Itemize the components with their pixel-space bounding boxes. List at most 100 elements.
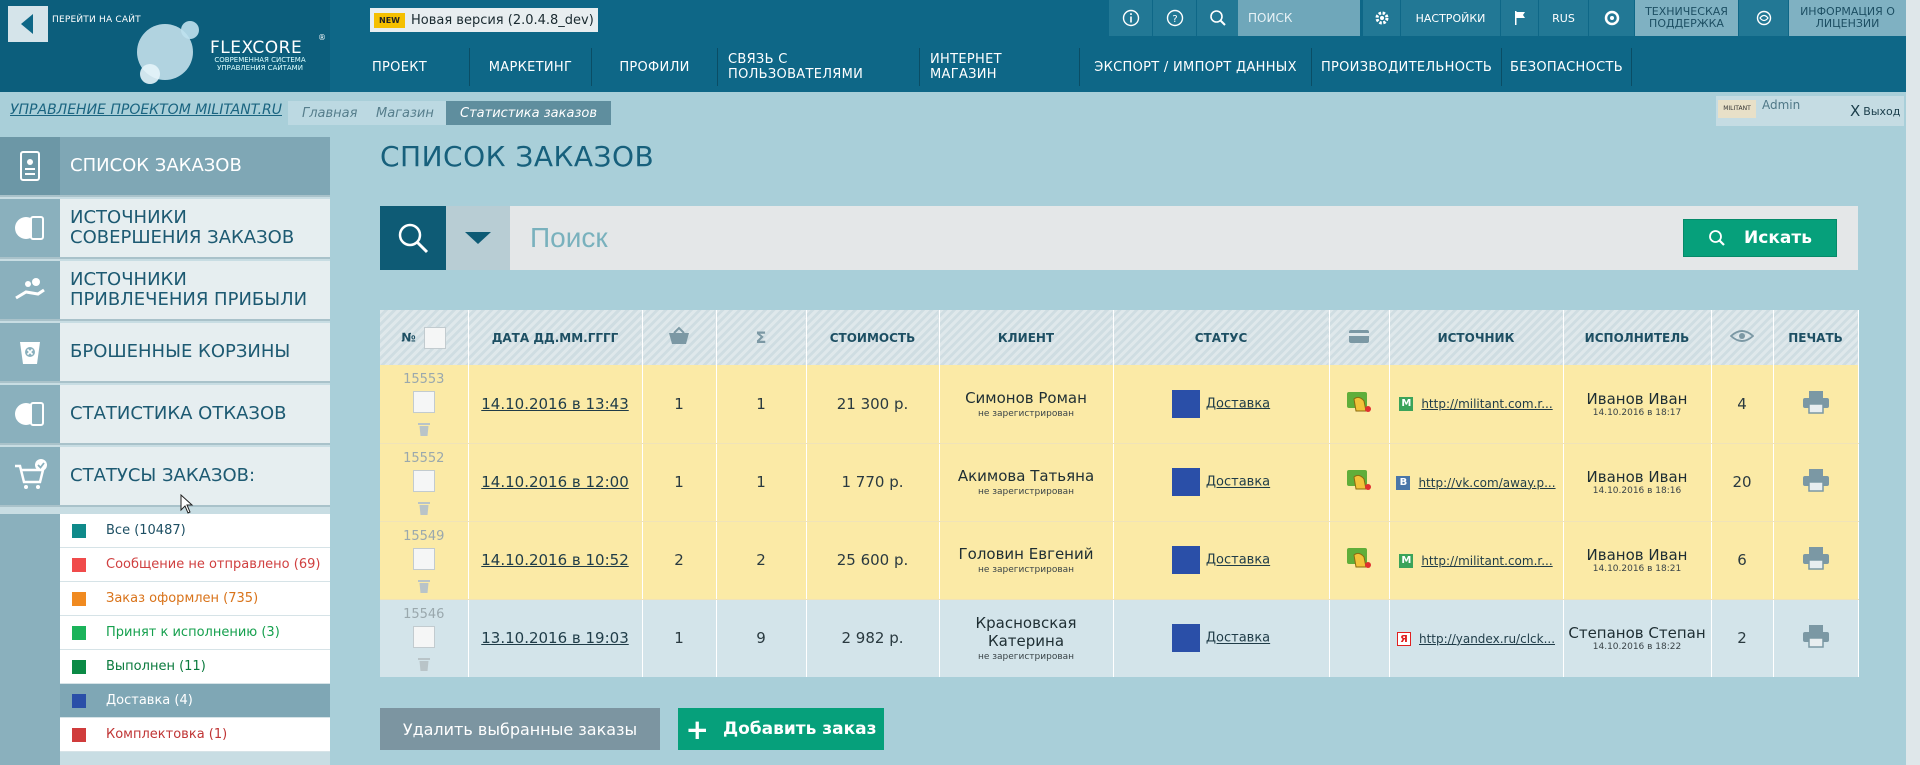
language-icon-button[interactable]	[1500, 0, 1538, 36]
order-date-link[interactable]: 13.10.2016 в 19:03	[481, 629, 629, 647]
add-order-button[interactable]: + Добавить заказ	[678, 708, 884, 750]
status-link[interactable]: Доставка	[1206, 631, 1270, 646]
search-filter-dropdown[interactable]	[446, 206, 510, 270]
row-checkbox[interactable]	[412, 391, 435, 414]
search-icon	[398, 223, 429, 254]
sidebar-item-label: СТАТУСЫ ЗАКАЗОВ:	[70, 465, 256, 486]
sidebar-item-abandoned-carts[interactable]: БРОШЕННЫЕ КОРЗИНЫ	[0, 323, 330, 383]
delete-selected-button[interactable]: Удалить выбранные заказы	[380, 708, 660, 750]
nav-security[interactable]: БЕЗОПАСНОСТЬ	[1502, 48, 1632, 86]
status-filter-item[interactable]: Принят к исполнению (3)	[60, 616, 330, 650]
trash-icon[interactable]	[417, 578, 431, 594]
trash-icon[interactable]	[417, 656, 431, 672]
nav-performance[interactable]: ПРОИЗВОДИТЕЛЬНОСТЬ	[1312, 48, 1502, 86]
col-views[interactable]	[1711, 310, 1774, 365]
search-input[interactable]	[530, 206, 1530, 270]
status-filter-item[interactable]: Сообщение не отправлено (69)	[60, 548, 330, 582]
breadcrumb-store[interactable]: Магазин	[362, 101, 448, 125]
settings-button[interactable]: НАСТРОЙКИ	[1400, 0, 1500, 36]
order-date-link[interactable]: 14.10.2016 в 12:00	[481, 473, 629, 491]
nav-marketing[interactable]: МАРКЕТИНГ	[470, 48, 592, 86]
license-button[interactable]: ИНФОРМАЦИЯ О ЛИЦЕНЗИИ	[1788, 0, 1906, 36]
executor-date: 14.10.2016 в 18:21	[1592, 564, 1682, 574]
col-payment[interactable]	[1329, 310, 1390, 365]
window-scrollbar[interactable]	[1906, 0, 1920, 765]
license-icon-button[interactable]	[1738, 0, 1788, 36]
select-all-checkbox[interactable]	[424, 326, 447, 349]
col-status[interactable]: СТАТУС	[1113, 310, 1330, 365]
logout-button[interactable]: X Выход	[1846, 96, 1904, 126]
trash-icon[interactable]	[417, 421, 431, 437]
breadcrumb-home[interactable]: Главная	[288, 101, 372, 125]
col-date[interactable]: ДАТА ДД.ММ.ГГГГ	[468, 310, 643, 365]
support-icon-button[interactable]	[1588, 0, 1634, 36]
version-notice[interactable]: NEW Новая версия (2.0.4.8_dev)	[370, 8, 598, 32]
row-checkbox[interactable]	[412, 625, 435, 648]
user-panel[interactable]: MILITANT Admin	[1716, 96, 1846, 126]
help-button[interactable]: ?	[1152, 0, 1196, 36]
search-icon	[1709, 230, 1725, 246]
cell-print	[1773, 521, 1859, 600]
back-to-site-button[interactable]	[8, 6, 48, 42]
settings-icon-button[interactable]	[1362, 0, 1400, 36]
go-to-site-link[interactable]: ПЕРЕЙТИ НА САЙТ	[52, 15, 141, 25]
search-icon-button[interactable]	[380, 206, 446, 270]
nav-profiles[interactable]: ПРОФИЛИ	[592, 48, 718, 86]
status-filter-item[interactable]: Комплектовка (1)	[60, 718, 330, 752]
source-link[interactable]: http://militant.com.r...	[1421, 397, 1552, 411]
printer-icon[interactable]	[1801, 389, 1831, 415]
nav-user-communication[interactable]: СВЯЗЬ С ПОЛЬЗОВАТЕЛЯМИ	[718, 48, 920, 86]
top-search-button[interactable]	[1196, 0, 1238, 36]
status-filter-item[interactable]: Выполнен (11)	[60, 650, 330, 684]
add-order-label: Добавить заказ	[722, 719, 877, 739]
printer-icon[interactable]	[1801, 623, 1831, 649]
printer-icon[interactable]	[1801, 545, 1831, 571]
info-button[interactable]	[1108, 0, 1152, 36]
col-sum[interactable]: Σ	[716, 310, 807, 365]
cell-payment	[1329, 365, 1390, 444]
order-date-link[interactable]: 14.10.2016 в 10:52	[481, 551, 629, 569]
search-submit-button[interactable]: Искать	[1683, 219, 1837, 257]
source-link[interactable]: http://militant.com.r...	[1421, 554, 1552, 568]
cell-cost: 21 300 р.	[806, 365, 940, 444]
sidebar-item-order-sources[interactable]: ИСТОЧНИКИ СОВЕРШЕНИЯ ЗАКАЗОВ	[0, 199, 330, 259]
language-button[interactable]: RUS	[1538, 0, 1588, 36]
status-link[interactable]: Доставка	[1206, 553, 1270, 568]
row-checkbox[interactable]	[412, 469, 435, 492]
status-link[interactable]: Доставка	[1206, 396, 1270, 411]
col-cost[interactable]: СТОИМОСТЬ	[806, 310, 940, 365]
support-button[interactable]: ТЕХНИЧЕСКАЯ ПОДДЕРЖКА	[1634, 0, 1738, 36]
nav-project[interactable]: ПРОЕКТ	[330, 48, 470, 86]
hand-payment-icon[interactable]	[1344, 467, 1374, 493]
nav-export-import[interactable]: ЭКСПОРТ / ИМПОРТ ДАННЫХ	[1080, 48, 1312, 86]
table-row[interactable]: 15549 14.10.2016 в 10:52 2 2 25 600 р. Голови…	[380, 521, 1859, 600]
source-link[interactable]: http://yandex.ru/clck...	[1419, 632, 1555, 646]
table-row[interactable]: 15546 13.10.2016 в 19:03 1 9 2 982 р. Краснов…	[380, 599, 1859, 677]
sidebar-item-refusal-stats[interactable]: СТАТИСТИКА ОТКАЗОВ	[0, 385, 330, 445]
hand-payment-icon[interactable]	[1344, 545, 1374, 571]
nav-online-store[interactable]: ИНТЕРНЕТ МАГАЗИН	[920, 48, 1080, 86]
trash-icon[interactable]	[417, 500, 431, 516]
status-filter-item[interactable]: Доставка (4)	[60, 684, 330, 718]
table-row[interactable]: 15552 14.10.2016 в 12:00 1 1 1 770 р. Акимова…	[380, 443, 1859, 522]
col-client[interactable]: КЛИЕНТ	[939, 310, 1114, 365]
order-date-link[interactable]: 14.10.2016 в 13:43	[481, 395, 629, 413]
col-print[interactable]: ПЕЧАТЬ	[1773, 310, 1859, 365]
sidebar-item-order-list[interactable]: СПИСОК ЗАКАЗОВ	[0, 137, 330, 197]
col-quantity[interactable]	[642, 310, 717, 365]
table-row[interactable]: 15553 14.10.2016 в 13:43 1 1 21 300 р. Симоно…	[380, 365, 1859, 444]
col-source[interactable]: ИСТОЧНИК	[1389, 310, 1564, 365]
col-executor[interactable]: ИСПОЛНИТЕЛЬ	[1563, 310, 1712, 365]
project-link[interactable]: УПРАВЛЕНИЕ ПРОЕКТОМ MILITANT.RU	[10, 102, 282, 118]
sidebar-item-profit-sources[interactable]: ИСТОЧНИКИ ПРИВЛЕЧЕНИЯ ПРИБЫЛИ	[0, 261, 330, 321]
status-link[interactable]: Доставка	[1206, 475, 1270, 490]
status-filter-item[interactable]: Все (10487)	[60, 514, 330, 548]
row-checkbox[interactable]	[412, 547, 435, 570]
status-filter-item[interactable]: Заказ оформлен (735)	[60, 582, 330, 616]
printer-icon[interactable]	[1801, 467, 1831, 493]
cell-status: Доставка	[1113, 599, 1330, 677]
hand-payment-icon[interactable]	[1344, 389, 1374, 415]
source-link[interactable]: http://vk.com/away.p...	[1418, 476, 1555, 490]
top-search-input[interactable]: ПОИСК	[1238, 0, 1360, 36]
sidebar-item-order-statuses[interactable]: СТАТУСЫ ЗАКАЗОВ:	[0, 447, 330, 507]
